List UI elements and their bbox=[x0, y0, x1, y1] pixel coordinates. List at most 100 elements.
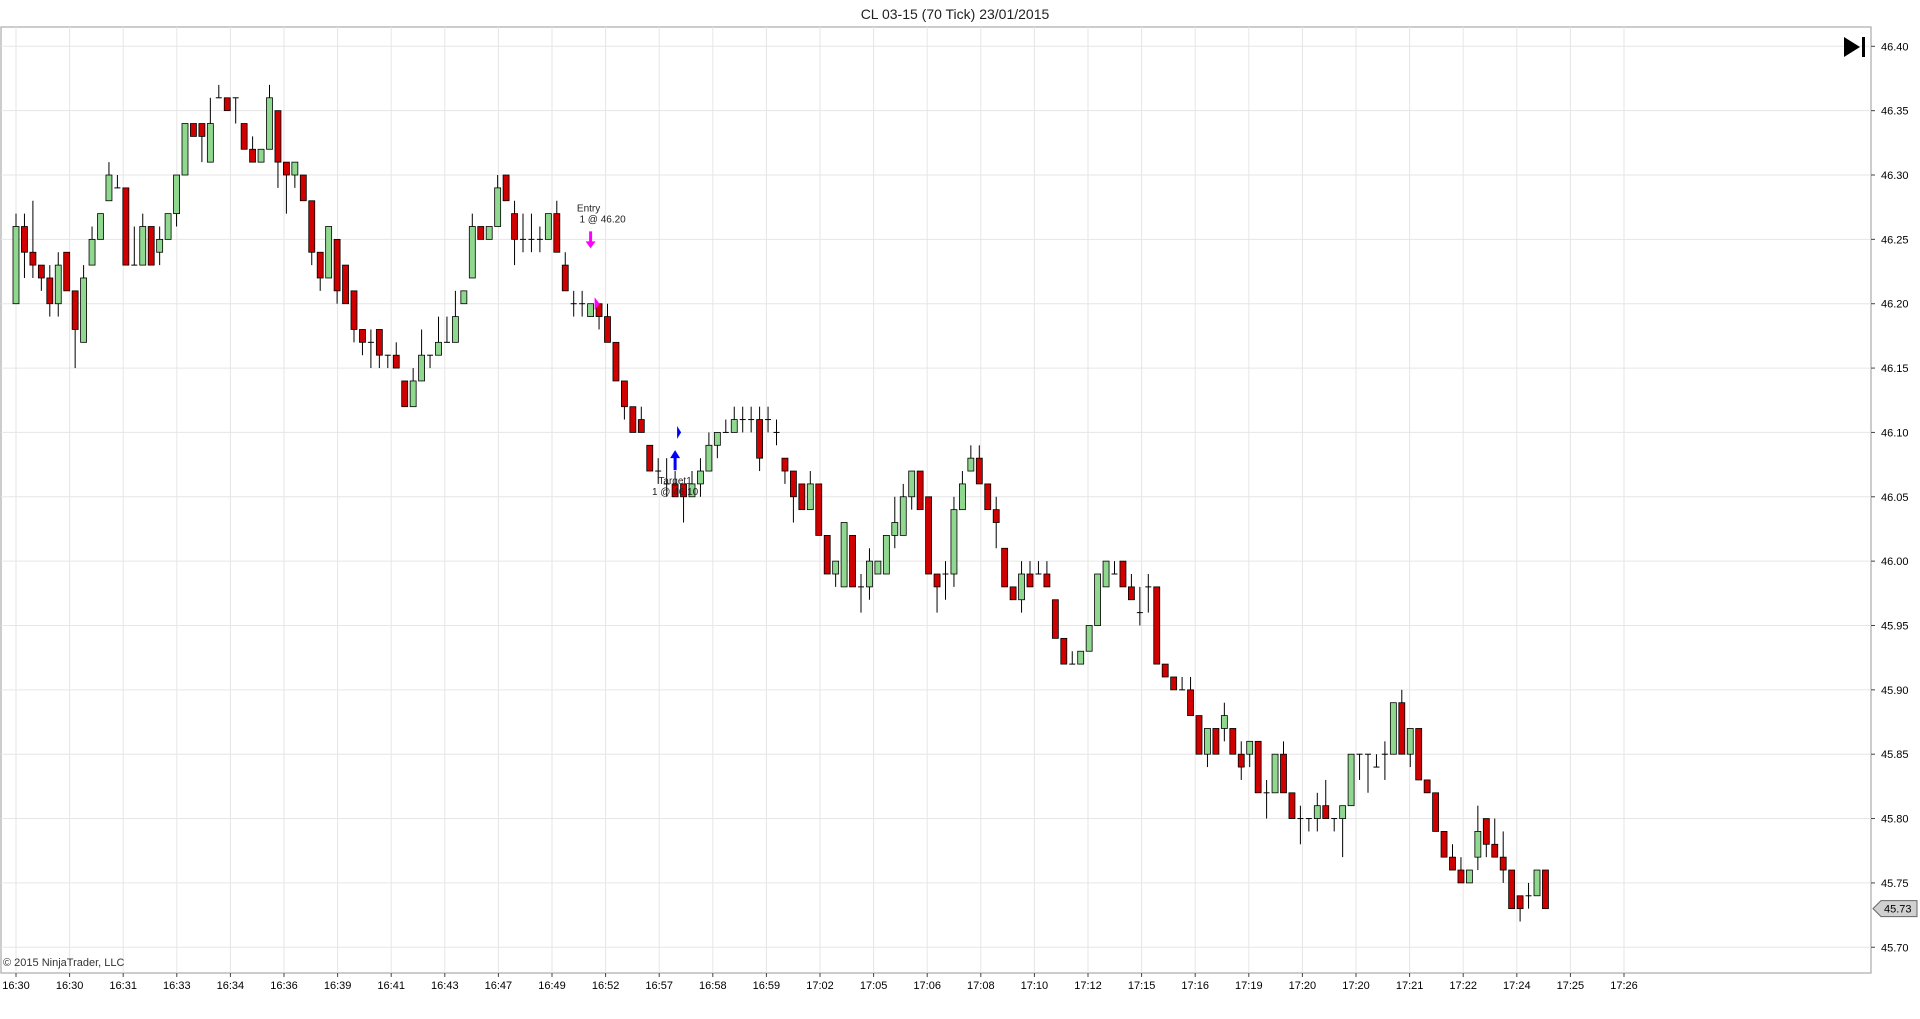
x-tick-label: 17:05 bbox=[860, 980, 888, 992]
candle-body bbox=[485, 226, 493, 240]
candle-body bbox=[1161, 663, 1169, 678]
candle-body bbox=[1153, 586, 1161, 665]
candle-body bbox=[1398, 702, 1406, 755]
candle-body bbox=[1077, 650, 1085, 665]
candle-body bbox=[1102, 560, 1110, 588]
candle-body bbox=[621, 380, 628, 408]
candle-body bbox=[418, 354, 426, 382]
x-tick-label: 16:49 bbox=[538, 980, 566, 992]
candle-body bbox=[1060, 637, 1068, 665]
candle-body bbox=[756, 419, 763, 459]
candle-body bbox=[1313, 805, 1321, 819]
last-price-marker: 45.73 bbox=[1872, 900, 1918, 918]
play-end-bar bbox=[1862, 37, 1865, 57]
candle-body bbox=[1322, 805, 1330, 819]
candle-body bbox=[544, 213, 552, 240]
candle bbox=[97, 213, 104, 240]
candle bbox=[1153, 586, 1161, 665]
candle bbox=[1161, 663, 1169, 678]
candle bbox=[325, 226, 333, 279]
candle-body bbox=[899, 496, 907, 536]
candle bbox=[1542, 869, 1549, 910]
x-tick-label: 16:39 bbox=[324, 980, 352, 992]
candle-body bbox=[975, 457, 983, 485]
candle-body bbox=[637, 419, 645, 433]
candle bbox=[1254, 740, 1262, 794]
x-tick-label: 17:21 bbox=[1396, 980, 1424, 992]
candle-body bbox=[1195, 715, 1203, 755]
candle-body bbox=[959, 483, 966, 511]
x-tick-label: 16:33 bbox=[163, 980, 191, 992]
candle bbox=[1508, 869, 1516, 910]
candle-body bbox=[468, 226, 476, 279]
candle-body bbox=[1415, 728, 1423, 781]
candle-body bbox=[1449, 856, 1456, 871]
copyright-text: © 2015 NinjaTrader, LLC bbox=[3, 957, 124, 969]
candle bbox=[1432, 792, 1439, 832]
candle bbox=[1415, 728, 1423, 781]
candle-body bbox=[249, 148, 257, 163]
candle bbox=[1271, 753, 1279, 794]
candle-body bbox=[1204, 728, 1211, 755]
candle-body bbox=[891, 522, 899, 536]
candle bbox=[401, 380, 409, 408]
candle-body bbox=[1254, 740, 1262, 794]
candle-body bbox=[646, 444, 654, 472]
x-tick-label: 17:16 bbox=[1181, 980, 1209, 992]
candle-body bbox=[553, 213, 561, 253]
x-tick-label: 16:43 bbox=[431, 980, 459, 992]
candle bbox=[925, 496, 932, 575]
candle-body bbox=[1423, 779, 1431, 794]
last-price-label: 45.73 bbox=[1884, 904, 1912, 916]
candle bbox=[164, 213, 172, 240]
candle bbox=[1288, 792, 1296, 819]
candle-body bbox=[37, 264, 45, 279]
trade-label-line1: Entry bbox=[577, 203, 600, 214]
candle-body bbox=[308, 200, 316, 253]
candle-body bbox=[697, 470, 704, 485]
x-tick-label: 16:57 bbox=[645, 980, 673, 992]
candle bbox=[1440, 831, 1448, 858]
candle-body bbox=[1466, 869, 1473, 884]
candle-body bbox=[984, 483, 992, 511]
candle-body bbox=[299, 174, 307, 202]
candle-body bbox=[1508, 869, 1516, 910]
candle bbox=[502, 174, 510, 202]
y-tick-label: 46.00 bbox=[1881, 556, 1909, 568]
candle-body bbox=[798, 483, 806, 511]
candle-body bbox=[266, 97, 273, 150]
candle bbox=[1094, 573, 1101, 626]
x-tick-label: 17:02 bbox=[806, 980, 834, 992]
candle-body bbox=[916, 470, 924, 511]
candle-body bbox=[54, 264, 62, 305]
chart-title: CL 03-15 (70 Tick) 23/01/2015 bbox=[861, 6, 1050, 22]
candle-body bbox=[12, 226, 20, 305]
candle-body bbox=[1542, 869, 1549, 910]
candle-body bbox=[409, 380, 417, 408]
candle-body bbox=[435, 341, 442, 356]
candle-body bbox=[29, 251, 37, 266]
candle-body bbox=[874, 560, 882, 575]
candle-body bbox=[460, 290, 468, 305]
y-tick-label: 46.20 bbox=[1881, 299, 1909, 311]
candle-body bbox=[1347, 753, 1355, 807]
candle-body bbox=[967, 457, 975, 472]
x-tick-label: 17:24 bbox=[1503, 980, 1531, 992]
candle-body bbox=[866, 560, 873, 588]
candle-body bbox=[882, 534, 890, 575]
candle-body bbox=[1009, 586, 1017, 601]
candlestick-chart[interactable]: CL 03-15 (70 Tick) 23/01/2015 Entry1 @ 4… bbox=[0, 0, 1920, 1014]
candle bbox=[1170, 676, 1178, 691]
x-tick-label: 17:20 bbox=[1289, 980, 1317, 992]
candle-body bbox=[181, 123, 189, 176]
candle-body bbox=[164, 213, 172, 240]
candle-body bbox=[1094, 573, 1101, 626]
x-tick-label: 17:20 bbox=[1342, 980, 1370, 992]
candle bbox=[223, 97, 231, 112]
candle bbox=[190, 123, 197, 137]
candle-body bbox=[359, 329, 366, 343]
candle bbox=[1195, 715, 1203, 755]
y-tick-label: 45.90 bbox=[1881, 685, 1909, 697]
x-tick-label: 17:22 bbox=[1449, 980, 1477, 992]
y-tick-label: 45.75 bbox=[1881, 878, 1909, 890]
